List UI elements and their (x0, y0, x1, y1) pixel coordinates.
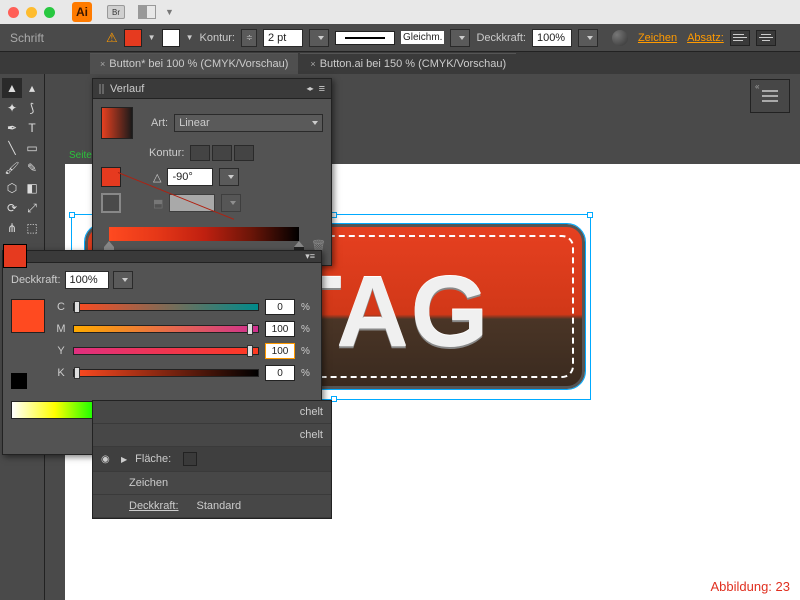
zoom-dot[interactable] (44, 7, 55, 18)
line-tool[interactable]: ╲ (2, 138, 22, 158)
stroke-grad-3-icon[interactable] (234, 145, 254, 161)
document-tab-1[interactable]: ×Button* bei 100 % (CMYK/Vorschau) (90, 53, 298, 74)
layout-toggle-icon[interactable] (138, 5, 156, 19)
warning-icon[interactable]: ⚠ (106, 30, 118, 46)
appearance-row[interactable]: chelt (93, 401, 331, 424)
gradient-stroke-swatch[interactable] (101, 193, 121, 213)
panel-collapse-icon[interactable]: ◂▸ (307, 84, 313, 93)
bridge-icon[interactable]: Br (107, 5, 125, 19)
appearance-row[interactable]: chelt (93, 424, 331, 447)
close-dot[interactable] (8, 7, 19, 18)
stop-opacity-dropdown[interactable] (113, 271, 133, 289)
stroke-weight-dropdown[interactable]: ≑ (241, 29, 257, 47)
gradient-angle-input[interactable]: -90° (167, 168, 213, 186)
disclosure-icon[interactable]: ▶ (121, 455, 127, 464)
opacity-label: Deckkraft: (11, 274, 61, 286)
fill-swatch[interactable] (124, 29, 142, 47)
window-titlebar: Ai Br ▼ (0, 0, 800, 24)
k-label: K (55, 367, 67, 379)
panel-menu-icon[interactable]: ≡ (319, 83, 325, 95)
stroke-grad-label: Kontur: (149, 147, 184, 159)
kontur-label: Kontur: (200, 32, 235, 44)
pen-tool[interactable]: ✒ (2, 118, 22, 138)
brush-tool[interactable]: 🖌 (2, 158, 22, 178)
eraser-tool[interactable]: ◧ (22, 178, 42, 198)
black-value[interactable]: 0 (265, 365, 295, 381)
gradient-preview[interactable] (101, 107, 133, 139)
gradient-panel-title: Verlauf (110, 83, 144, 95)
magenta-slider[interactable] (73, 325, 259, 333)
character-row[interactable]: Zeichen (93, 472, 331, 495)
opacity-label: Deckkraft: (476, 32, 526, 44)
profile-dropdown[interactable] (450, 29, 470, 47)
gradient-type-dropdown[interactable]: Linear (174, 114, 323, 132)
type-label: Art: (151, 117, 168, 129)
gradient-ramp[interactable]: 🗑 (109, 227, 299, 241)
type-label: Schrift (10, 31, 44, 45)
align-center-button[interactable] (756, 30, 776, 46)
lasso-tool[interactable]: ⟆ (22, 98, 42, 118)
c-label: C (55, 301, 67, 313)
expand-icon[interactable]: « (755, 82, 759, 91)
magic-wand-tool[interactable]: ✦ (2, 98, 22, 118)
stroke-profile[interactable] (335, 31, 395, 45)
gradient-fill-swatch[interactable] (101, 167, 121, 187)
align-left-button[interactable] (730, 30, 750, 46)
document-tab-2[interactable]: ×Button.ai bei 150 % (CMYK/Vorschau) (300, 53, 516, 74)
opacity-dropdown[interactable] (578, 29, 598, 47)
artboard-label: Seite (69, 150, 92, 161)
y-label: Y (55, 345, 67, 357)
direct-selection-tool[interactable]: ▴ (22, 78, 42, 98)
gradient-panel-header[interactable]: Verlauf ◂▸ ≡ (93, 79, 331, 99)
m-label: M (55, 323, 67, 335)
fill-swatch-small[interactable] (183, 452, 197, 466)
collapsed-panel[interactable]: « (750, 79, 790, 113)
minimize-dot[interactable] (26, 7, 37, 18)
figure-caption: Abbildung: 23 (710, 579, 790, 594)
selection-tool[interactable]: ▲ (2, 78, 22, 98)
opacity-row[interactable]: Deckkraft:Standard (93, 495, 331, 518)
gradient-panel: Verlauf ◂▸ ≡ Art: Linear Kontur: △ -90° … (92, 78, 332, 266)
stroke-grad-2-icon[interactable] (212, 145, 232, 161)
blob-brush-tool[interactable]: ⬡ (2, 178, 22, 198)
character-link[interactable]: Zeichen (638, 32, 677, 44)
aspect-dropdown[interactable] (221, 194, 241, 212)
panel-menu-icon[interactable]: ▾≡ (305, 251, 315, 262)
close-tab-icon[interactable]: × (310, 59, 315, 69)
black-slider[interactable] (73, 369, 259, 377)
document-tabs: ×Button* bei 100 % (CMYK/Vorschau) ×Butt… (0, 52, 800, 74)
panel-menu-icon[interactable] (762, 90, 778, 102)
close-tab-icon[interactable]: × (100, 59, 105, 69)
magenta-value[interactable]: 100 (265, 321, 295, 337)
free-transform-tool[interactable]: ⬚ (22, 218, 42, 238)
pencil-tool[interactable]: ✎ (22, 158, 42, 178)
stroke-grad-1-icon[interactable] (190, 145, 210, 161)
type-tool[interactable]: T (22, 118, 42, 138)
stroke-weight-input[interactable]: 2 pt (263, 29, 303, 47)
width-tool[interactable]: ⋔ (2, 218, 22, 238)
opacity-input[interactable]: 100% (532, 29, 572, 47)
stroke-swatch[interactable] (162, 29, 180, 47)
stop-opacity-input[interactable]: 100% (65, 271, 109, 289)
rotate-tool[interactable]: ⟳ (2, 198, 22, 218)
scale-tool[interactable]: ⤢ (22, 198, 42, 218)
gradient-angle-dropdown[interactable] (219, 168, 239, 186)
none-swatch[interactable] (11, 373, 27, 389)
options-bar: Schrift ⚠ ▼ ▼ Kontur: ≑ 2 pt Gleichm. De… (0, 24, 800, 52)
fill-row[interactable]: ◉▶Fläche: (93, 447, 331, 472)
cyan-value[interactable]: 0 (265, 299, 295, 315)
cyan-slider[interactable] (73, 303, 259, 311)
stroke-weight-flyout[interactable] (309, 29, 329, 47)
rectangle-tool[interactable]: ▭ (22, 138, 42, 158)
profile-label: Gleichm. (401, 31, 444, 44)
appearance-panel: chelt chelt ◉▶Fläche: Zeichen Deckkraft:… (92, 400, 332, 519)
recolor-icon[interactable] (612, 30, 628, 46)
app-badge-icon: Ai (72, 2, 92, 22)
paragraph-link[interactable]: Absatz: (687, 32, 724, 44)
yellow-slider[interactable] (73, 347, 259, 355)
current-color-swatch[interactable] (11, 299, 45, 333)
visibility-icon[interactable]: ◉ (101, 454, 113, 465)
yellow-value[interactable]: 100 (265, 343, 295, 359)
